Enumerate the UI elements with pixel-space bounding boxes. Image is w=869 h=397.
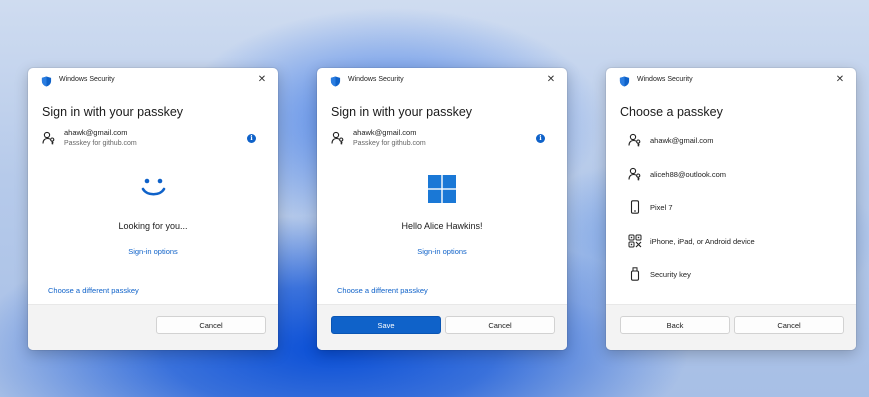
info-icon[interactable]: i <box>247 134 256 143</box>
status-text: Hello Alice Hawkins! <box>401 221 483 231</box>
passkey-item[interactable]: iPhone, iPad, or Android device <box>620 231 842 265</box>
security-key-icon <box>630 267 640 281</box>
dialog-choose-passkey: Windows Security ✕ Choose a passkey ahaw… <box>606 68 856 350</box>
info-icon[interactable]: i <box>536 134 545 143</box>
dialog-heading: Sign in with your passkey <box>42 105 184 119</box>
passkey-icon <box>628 133 641 147</box>
dialog-heading: Sign in with your passkey <box>331 105 473 119</box>
title-bar: Windows Security ✕ <box>317 68 567 94</box>
status-text: Looking for you... <box>118 221 188 231</box>
passkey-label: iPhone, iPad, or Android device <box>650 236 755 246</box>
passkey-item[interactable]: ahawk@gmail.com <box>620 130 842 164</box>
phone-icon <box>630 200 640 214</box>
passkey-icon <box>42 131 55 145</box>
dialog-footer: Back Cancel <box>606 304 856 350</box>
desktop-background: Windows Security ✕ Sign in with your pas… <box>0 0 869 397</box>
passkey-list: ahawk@gmail.com aliceh88@outlook.com Pix… <box>620 130 842 298</box>
account-email: ahawk@gmail.com <box>64 128 128 137</box>
title-bar: Windows Security ✕ <box>28 68 278 94</box>
passkey-label: ahawk@gmail.com <box>650 136 714 145</box>
windows-logo-icon <box>428 175 456 203</box>
cancel-button[interactable]: Cancel <box>156 316 266 334</box>
account-email: ahawk@gmail.com <box>353 128 417 137</box>
choose-different-passkey-link[interactable]: Choose a different passkey <box>337 286 428 295</box>
back-button[interactable]: Back <box>620 316 730 334</box>
close-icon[interactable]: ✕ <box>545 74 557 86</box>
passkey-label: Security key <box>650 270 691 279</box>
account-row: ahawk@gmail.com Passkey for github.com i <box>42 128 264 154</box>
sign-in-options-link[interactable]: Sign-in options <box>317 247 567 256</box>
save-button[interactable]: Save <box>331 316 441 334</box>
passkey-item[interactable]: Pixel 7 <box>620 197 842 231</box>
close-icon[interactable]: ✕ <box>256 74 268 86</box>
close-icon[interactable]: ✕ <box>834 74 846 86</box>
window-title: Windows Security <box>59 76 115 83</box>
passkey-label: aliceh88@outlook.com <box>650 169 726 179</box>
account-row: ahawk@gmail.com Passkey for github.com i <box>331 128 553 154</box>
qr-code-icon <box>628 234 642 247</box>
title-bar: Windows Security ✕ <box>606 68 856 94</box>
cancel-button[interactable]: Cancel <box>445 316 555 334</box>
shield-icon <box>619 76 630 87</box>
shield-icon <box>41 76 52 87</box>
passkey-icon <box>331 131 344 145</box>
passkey-icon <box>628 167 641 180</box>
account-subtitle: Passkey for github.com <box>353 140 426 147</box>
window-title: Windows Security <box>348 76 404 83</box>
passkey-item[interactable]: aliceh88@outlook.com <box>620 164 842 198</box>
windows-hello-face-icon <box>141 178 166 196</box>
window-title: Windows Security <box>637 76 693 83</box>
passkey-label: Pixel 7 <box>650 203 673 212</box>
dialog-footer: Cancel <box>28 304 278 350</box>
dialog-footer: Save Cancel <box>317 304 567 350</box>
shield-icon <box>330 76 341 87</box>
passkey-item[interactable]: Security key <box>620 264 842 298</box>
dialog-sign-in-face: Windows Security ✕ Sign in with your pas… <box>28 68 278 350</box>
dialog-heading: Choose a passkey <box>620 105 723 119</box>
cancel-button[interactable]: Cancel <box>734 316 844 334</box>
sign-in-options-link[interactable]: Sign-in options <box>28 247 278 256</box>
dialog-sign-in-hello: Windows Security ✕ Sign in with your pas… <box>317 68 567 350</box>
account-subtitle: Passkey for github.com <box>64 140 137 147</box>
choose-different-passkey-link[interactable]: Choose a different passkey <box>48 286 139 295</box>
